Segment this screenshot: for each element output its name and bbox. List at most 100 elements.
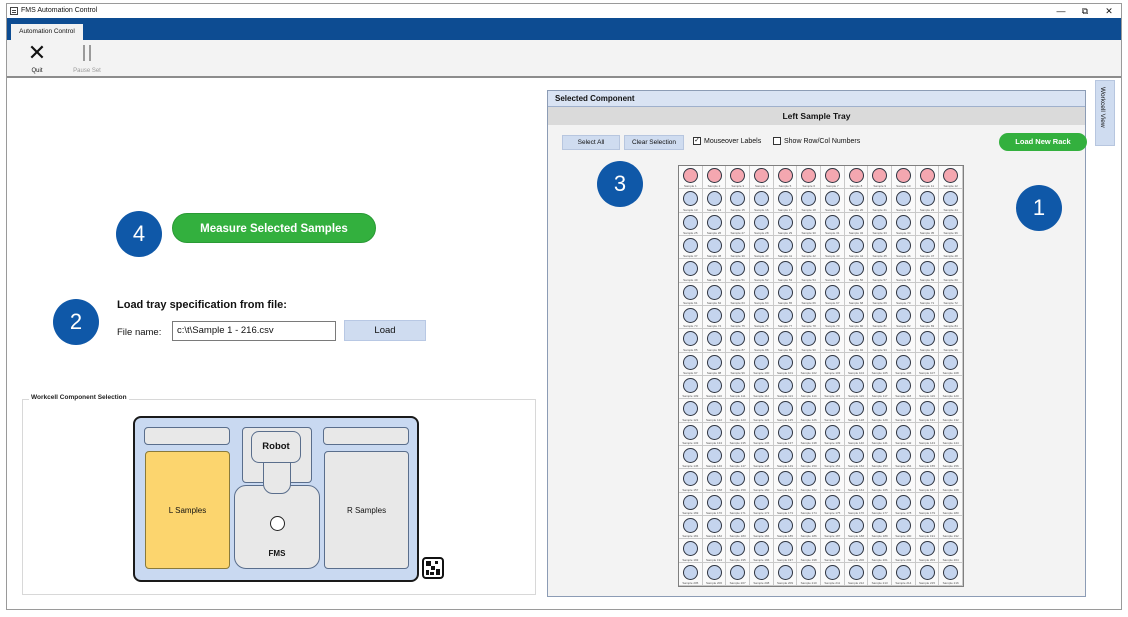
sample-well[interactable]	[919, 331, 935, 347]
sample-well[interactable]	[919, 308, 935, 323]
sample-well-cell[interactable]: Sample 185	[773, 516, 798, 540]
sample-well[interactable]	[919, 518, 935, 533]
sample-well[interactable]	[824, 494, 840, 510]
sample-well[interactable]	[753, 168, 769, 183]
sample-well[interactable]	[824, 168, 840, 183]
sample-well[interactable]	[872, 378, 888, 393]
sample-well-cell[interactable]: Sample 15	[726, 189, 750, 213]
sample-well-cell[interactable]: Sample 197	[773, 539, 798, 563]
sample-well[interactable]	[730, 331, 746, 347]
sample-well[interactable]	[872, 261, 888, 277]
sample-well-cell[interactable]: Sample 128	[844, 399, 869, 423]
sample-well-cell[interactable]: Sample 83	[915, 306, 940, 330]
sample-well-cell[interactable]: Sample 89	[773, 329, 798, 353]
sample-well-cell[interactable]: Sample 70	[891, 282, 916, 306]
sample-well-cell[interactable]: Sample 21	[868, 189, 892, 213]
workcell-zone-top-left[interactable]	[144, 427, 230, 445]
sample-well-cell[interactable]: Sample 74	[702, 306, 727, 330]
sample-well[interactable]	[801, 378, 817, 393]
sample-well[interactable]	[753, 494, 769, 510]
minimize-button[interactable]: —	[1053, 4, 1069, 18]
sample-well-cell[interactable]: Sample 161	[773, 469, 798, 493]
sample-well-cell[interactable]: Sample 104	[844, 352, 869, 376]
sample-well[interactable]	[706, 331, 722, 347]
sample-well-cell[interactable]: Sample 200	[844, 539, 869, 563]
sample-well[interactable]	[824, 378, 840, 393]
select-all-button[interactable]: Select All	[562, 135, 620, 150]
sample-well[interactable]	[895, 471, 911, 487]
sample-well-cell[interactable]: Sample 113	[773, 376, 798, 400]
sample-well-cell[interactable]: Sample 86	[702, 329, 727, 353]
sample-well-cell[interactable]: Sample 57	[868, 259, 892, 283]
sample-well-cell[interactable]: Sample 81	[868, 306, 892, 330]
sample-well-cell[interactable]: Sample 92	[844, 329, 869, 353]
sample-well[interactable]	[848, 518, 864, 533]
sample-well[interactable]	[848, 401, 864, 417]
sample-well[interactable]	[943, 354, 959, 370]
sample-well-cell[interactable]: Sample 163	[820, 469, 845, 493]
sample-well[interactable]	[895, 168, 911, 183]
sample-well[interactable]	[872, 284, 888, 300]
sample-well-cell[interactable]: Sample 3	[726, 166, 750, 190]
sample-well[interactable]	[895, 331, 911, 347]
sample-well-cell[interactable]: Sample 119	[915, 376, 940, 400]
sample-well-cell[interactable]: Sample 29	[773, 212, 798, 236]
sample-well[interactable]	[683, 448, 698, 463]
sample-well-cell[interactable]: Sample 203	[915, 539, 940, 563]
sample-well-cell[interactable]: Sample 133	[679, 422, 703, 446]
sample-well-cell[interactable]: Sample 213	[868, 562, 892, 586]
sample-well[interactable]	[777, 401, 793, 417]
sample-well[interactable]	[683, 564, 698, 580]
sample-well-cell[interactable]: Sample 96	[939, 329, 963, 353]
sample-well-cell[interactable]: Sample 154	[891, 446, 916, 470]
sample-well-cell[interactable]: Sample 22	[891, 189, 916, 213]
sample-well[interactable]	[801, 308, 817, 323]
sample-well[interactable]	[753, 214, 769, 230]
sample-well-cell[interactable]: Sample 184	[749, 516, 774, 540]
sample-well-cell[interactable]: Sample 79	[820, 306, 845, 330]
sample-well[interactable]	[801, 354, 817, 370]
sample-well-cell[interactable]: Sample 6	[797, 166, 821, 190]
sample-well-cell[interactable]: Sample 93	[868, 329, 892, 353]
sample-well[interactable]	[801, 191, 817, 207]
sample-well-cell[interactable]: Sample 169	[679, 492, 703, 516]
sample-well-cell[interactable]: Sample 9	[868, 166, 892, 190]
sample-well[interactable]	[777, 424, 793, 440]
sample-well[interactable]	[895, 494, 911, 510]
sample-well-cell[interactable]: Sample 4	[749, 166, 774, 190]
sample-well-cell[interactable]: Sample 43	[820, 236, 845, 260]
sample-well[interactable]	[730, 168, 746, 183]
sample-well[interactable]	[706, 354, 722, 370]
sample-well[interactable]	[706, 214, 722, 230]
sample-well[interactable]	[943, 284, 959, 300]
sample-well[interactable]	[753, 378, 769, 393]
sample-well-cell[interactable]: Sample 125	[773, 399, 798, 423]
sample-well-cell[interactable]: Sample 210	[797, 562, 821, 586]
sample-well-cell[interactable]: Sample 7	[820, 166, 845, 190]
sample-well[interactable]	[777, 191, 793, 207]
sample-well-cell[interactable]: Sample 166	[891, 469, 916, 493]
sample-well[interactable]	[943, 494, 959, 510]
sample-well-cell[interactable]: Sample 26	[702, 212, 727, 236]
sample-well[interactable]	[824, 541, 840, 557]
sample-well[interactable]	[706, 191, 722, 207]
sample-well[interactable]	[730, 214, 746, 230]
sample-well-cell[interactable]: Sample 36	[939, 212, 963, 236]
sample-well-cell[interactable]: Sample 207	[726, 562, 750, 586]
sample-well[interactable]	[824, 214, 840, 230]
sample-well-cell[interactable]: Sample 212	[844, 562, 869, 586]
sample-well[interactable]	[919, 284, 935, 300]
sample-well-cell[interactable]: Sample 37	[679, 236, 703, 260]
sample-well[interactable]	[943, 191, 959, 207]
sample-well[interactable]	[919, 424, 935, 440]
sample-well-cell[interactable]: Sample 137	[773, 422, 798, 446]
sample-well[interactable]	[801, 564, 817, 580]
sample-well[interactable]	[730, 401, 746, 417]
sample-well-cell[interactable]: Sample 135	[726, 422, 750, 446]
sample-well-cell[interactable]: Sample 216	[939, 562, 963, 586]
sample-well[interactable]	[872, 191, 888, 207]
sample-well-cell[interactable]: Sample 208	[749, 562, 774, 586]
sample-well-cell[interactable]: Sample 205	[679, 562, 703, 586]
sample-well[interactable]	[872, 448, 888, 463]
sample-well[interactable]	[895, 518, 911, 533]
